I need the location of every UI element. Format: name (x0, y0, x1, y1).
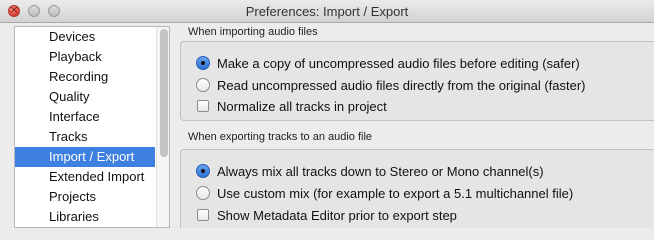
radio-button[interactable] (196, 78, 210, 92)
option-label: Use custom mix (for example to export a … (217, 185, 574, 201)
export-section-heading: When exporting tracks to an audio file (188, 131, 373, 143)
import-option-read-directly[interactable]: Read uncompressed audio files directly f… (196, 76, 586, 94)
sidebar-item-recording[interactable]: Recording (15, 67, 155, 87)
scrollbar-thumb[interactable] (160, 29, 168, 157)
option-label: Make a copy of uncompressed audio files … (217, 55, 580, 71)
export-option-mix-down[interactable]: Always mix all tracks down to Stereo or … (196, 162, 544, 180)
sidebar-item-libraries[interactable]: Libraries (15, 207, 155, 227)
radio-button[interactable] (196, 186, 210, 200)
option-label: Normalize all tracks in project (217, 98, 387, 114)
sidebar-item-extended-import[interactable]: Extended Import (15, 167, 155, 187)
sidebar-scrollbar[interactable] (156, 27, 169, 227)
sidebar-item-interface[interactable]: Interface (15, 107, 155, 127)
option-label: Show Metadata Editor prior to export ste… (217, 207, 457, 223)
window-title: Preferences: Import / Export (245, 4, 409, 19)
checkbox[interactable] (197, 100, 209, 112)
sidebar-item-devices[interactable]: Devices (15, 27, 155, 47)
sidebar-item-import-export[interactable]: Import / Export (15, 147, 155, 167)
import-option-normalize[interactable]: Normalize all tracks in project (196, 97, 387, 115)
option-label: Always mix all tracks down to Stereo or … (217, 163, 544, 179)
import-section-heading: When importing audio files (188, 26, 318, 38)
export-option-custom-mix[interactable]: Use custom mix (for example to export a … (196, 184, 573, 202)
sidebar-item-tracks[interactable]: Tracks (15, 127, 155, 147)
checkbox[interactable] (197, 209, 209, 221)
preferences-category-list[interactable]: Devices Playback Recording Quality Inter… (14, 26, 170, 228)
sidebar-item-projects[interactable]: Projects (15, 187, 155, 207)
option-label: Read uncompressed audio files directly f… (217, 77, 586, 93)
sidebar-item-quality[interactable]: Quality (15, 87, 155, 107)
export-option-metadata-editor[interactable]: Show Metadata Editor prior to export ste… (196, 206, 457, 224)
preferences-window: × Preferences: Import / Export Devices P… (0, 0, 654, 228)
radio-button-checked[interactable] (196, 56, 210, 70)
import-option-copy[interactable]: Make a copy of uncompressed audio files … (196, 54, 580, 72)
sidebar-item-playback[interactable]: Playback (15, 47, 155, 67)
title-bar[interactable]: × Preferences: Import / Export (0, 0, 654, 23)
radio-button-checked[interactable] (196, 164, 210, 178)
